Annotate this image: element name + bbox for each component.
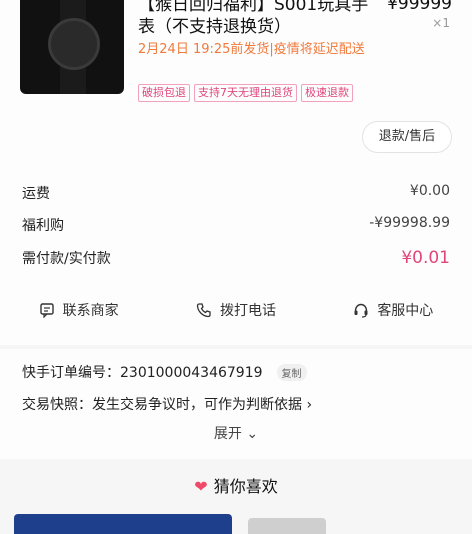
shipping-notice: 2月24日 19:25前发货|疫情将延迟配送 <box>138 42 365 57</box>
message-icon <box>39 303 54 318</box>
order-info-card: 快手订单编号：2301000043467919 复制 交易快照：发生交易争议时，… <box>0 349 472 459</box>
product-title[interactable]: 【猴日回归福利】S001玩具手表（不支持退换货） <box>138 0 378 38</box>
recommend-item-1[interactable] <box>14 514 232 534</box>
tag-fast-refund: 极速退款 <box>301 84 353 102</box>
refund-button[interactable]: 退款/售后 <box>362 121 452 153</box>
shipping-value: ¥0.00 <box>409 183 450 199</box>
shipping-label: 运费 <box>22 186 50 202</box>
payment-label: 需付款/实付款 <box>22 251 111 267</box>
payment-row: 需付款/实付款 ¥0.01 <box>22 248 450 268</box>
recommend-header: ❤ 猜你喜欢 <box>0 473 472 497</box>
tag-damage-return: 破损包退 <box>138 84 190 102</box>
product-price: ¥99999 <box>387 0 452 14</box>
product-thumbnail[interactable] <box>20 0 124 94</box>
recommend-title: 猜你喜欢 <box>213 477 278 496</box>
heart-icon: ❤ <box>194 477 208 496</box>
order-number-row: 快手订单编号：2301000043467919 复制 <box>22 362 307 382</box>
watch-face-image <box>48 18 100 70</box>
shipping-fee-row: 运费 ¥0.00 <box>22 183 450 203</box>
contact-merchant-button[interactable]: 联系商家 <box>39 300 119 320</box>
recommend-item-2[interactable] <box>248 518 326 534</box>
order-item-card: 【猴日回归福利】S001玩具手表（不支持退换货） ¥99999 ×1 2月24日… <box>0 0 472 345</box>
headset-icon <box>354 303 368 318</box>
call-label: 拨打电话 <box>219 303 276 319</box>
customer-service-label: 客服中心 <box>377 303 434 319</box>
action-bar: 联系商家 拨打电话 客服中心 <box>0 296 472 324</box>
expand-button[interactable]: 展开 ⌄ <box>0 423 472 443</box>
order-number: 快手订单编号：2301000043467919 <box>22 365 263 381</box>
contact-merchant-label: 联系商家 <box>62 303 119 319</box>
product-quantity: ×1 <box>432 16 450 30</box>
copy-button[interactable]: 复制 <box>276 363 307 381</box>
customer-service-button[interactable]: 客服中心 <box>353 300 433 320</box>
tag-7day-return: 支持7天无理由退货 <box>194 84 297 102</box>
welfare-label: 福利购 <box>22 218 64 234</box>
call-button[interactable]: 拨打电话 <box>196 300 276 320</box>
trade-snapshot-link[interactable]: 交易快照：发生交易争议时，可作为判断依据 › <box>22 394 312 414</box>
welfare-value: -¥99998.99 <box>369 215 450 231</box>
welfare-row: 福利购 -¥99998.99 <box>22 215 450 235</box>
payment-value: ¥0.01 <box>401 248 450 268</box>
service-tags: 破损包退 支持7天无理由退货 极速退款 <box>138 84 353 102</box>
phone-icon <box>196 303 211 318</box>
